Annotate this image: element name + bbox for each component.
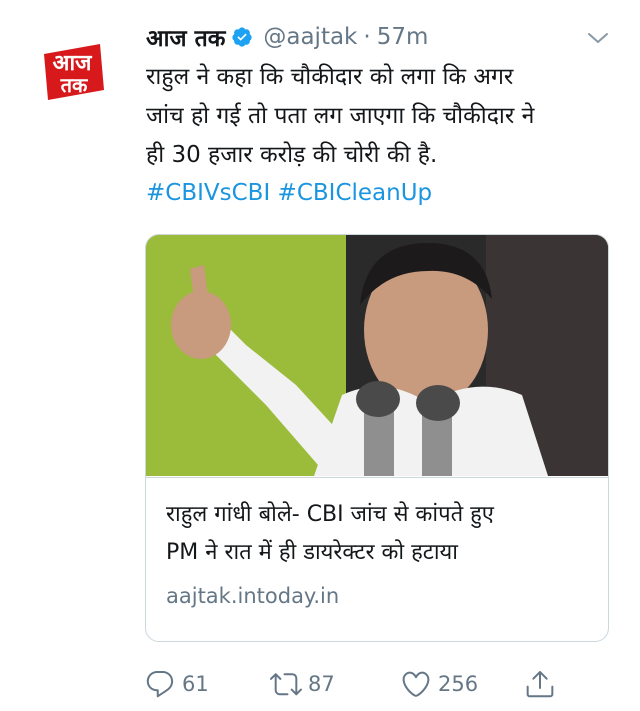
- like-count: 256: [438, 672, 479, 696]
- card-title-line: राहुल गांधी बोले- CBI जांच से कांपते हुए: [166, 502, 494, 527]
- tweet-text: राहुल ने कहा कि चौकीदार को लगा कि अगर जा…: [146, 58, 622, 175]
- retweet-count: 87: [308, 672, 335, 696]
- share-icon: [526, 671, 554, 698]
- hashtag-link[interactable]: #CBICleanUp: [278, 180, 433, 206]
- card-body: राहुल गांधी बोले- CBI जांच से कांपते हुए…: [146, 477, 608, 641]
- card-domain: aajtak.intoday.in: [166, 584, 340, 608]
- hashtag-link[interactable]: #CBIVsCBI: [146, 180, 270, 206]
- handle[interactable]: @aajtak: [263, 24, 357, 50]
- tweet-text-line: ही 30 हजार करोड़ की चोरी की है.: [146, 142, 438, 168]
- card-title: राहुल गांधी बोले- CBI जांच से कांपते हुए…: [166, 496, 596, 572]
- reply-count: 61: [182, 672, 209, 696]
- chevron-down-icon[interactable]: [586, 26, 610, 50]
- link-preview-card[interactable]: राहुल गांधी बोले- CBI जांच से कांपते हुए…: [145, 234, 609, 642]
- share-button[interactable]: [524, 664, 556, 704]
- tweet-header: आज तक @aajtak · 57m: [146, 20, 428, 54]
- avatar[interactable]: आज तक: [34, 34, 110, 110]
- tweet-actions: 61 87 256: [144, 664, 584, 704]
- card-image: [146, 235, 608, 476]
- tweet-text-line: राहुल ने कहा कि चौकीदार को लगा कि अगर: [146, 64, 514, 90]
- aajtak-logo: आज तक: [35, 35, 109, 109]
- verified-badge-icon: [231, 26, 253, 48]
- retweet-icon: [270, 673, 302, 696]
- separator-dot: ·: [363, 24, 371, 50]
- reply-icon: [146, 670, 174, 698]
- retweet-button[interactable]: 87: [270, 664, 335, 704]
- like-button[interactable]: 256: [400, 664, 478, 704]
- tweet-text-line: जांच हो गई तो पता लग जाएगा कि चौकीदार ने: [146, 103, 535, 129]
- avatar-text-bottom: तक: [60, 73, 89, 97]
- hashtags: #CBIVsCBI #CBICleanUp: [146, 174, 432, 213]
- display-name[interactable]: आज तक: [146, 21, 225, 53]
- tweet: आज तक आज तक @aajtak · 57m राहुल ने कहा क…: [0, 0, 640, 711]
- heart-icon: [402, 671, 430, 697]
- card-title-line: PM ने रात में ही डायरेक्टर को हटाया: [166, 540, 459, 565]
- timestamp[interactable]: 57m: [377, 24, 429, 50]
- reply-button[interactable]: 61: [144, 664, 209, 704]
